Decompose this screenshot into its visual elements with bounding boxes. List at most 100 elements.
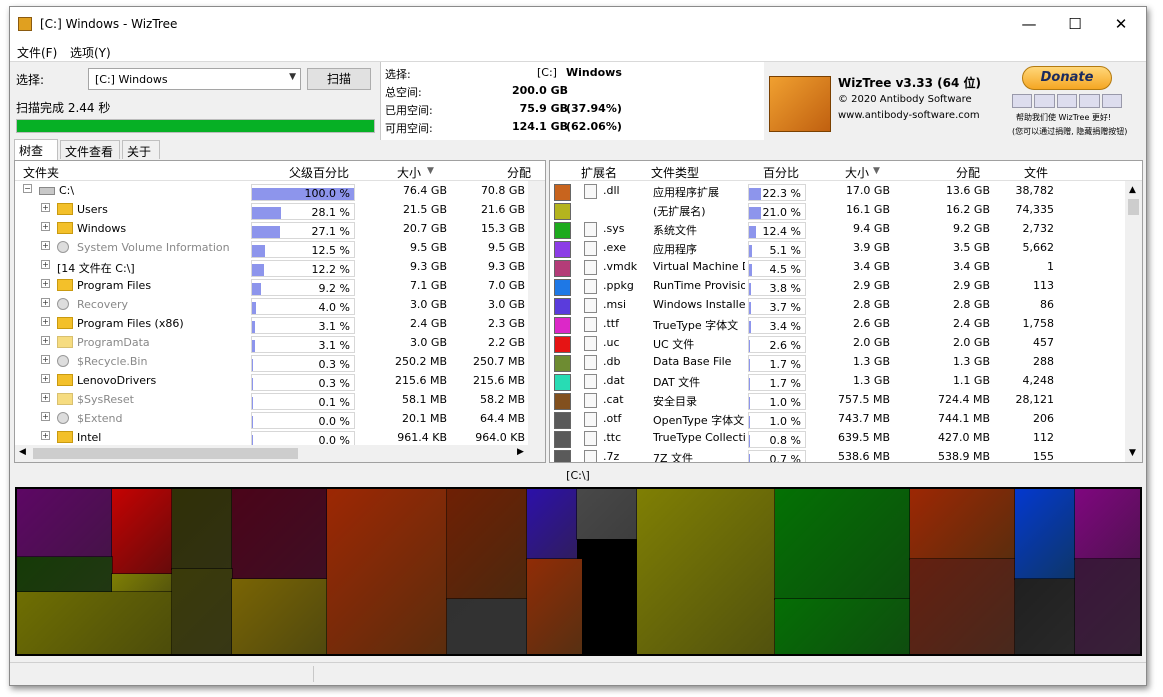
expand-icon[interactable]: +	[41, 393, 50, 402]
treemap-block[interactable]	[909, 558, 1016, 654]
expand-icon[interactable]: +	[41, 431, 50, 440]
file-type: 应用程序扩展	[653, 186, 719, 199]
expand-icon[interactable]: +	[41, 298, 50, 307]
maximize-button[interactable]: ☐	[1052, 7, 1098, 41]
menu-options[interactable]: 选项(Y)	[70, 44, 111, 61]
extension-row[interactable]: .sys 系统文件 12.4 % 9.4 GB 9.2 GB 2,732	[550, 219, 1142, 239]
extension-row[interactable]: .vmdk Virtual Machine Dis 4.5 % 3.4 GB 3.4 G…	[550, 257, 1142, 277]
treemap-block[interactable]	[526, 489, 578, 560]
tree-row[interactable]: + System Volume Information 12.5 % 9.5 GB 9.…	[15, 238, 545, 258]
treemap-block[interactable]	[774, 489, 911, 600]
collapse-icon[interactable]: −	[23, 184, 32, 193]
extension-row[interactable]: .ppkg RunTime Provisioni 3.8 % 2.9 GB 2.9 GB…	[550, 276, 1142, 296]
tree-row[interactable]: + Users 28.1 % 21.5 GB 21.6 GB	[15, 200, 545, 220]
treemap-block[interactable]	[17, 489, 113, 558]
extension-row[interactable]: .uc UC 文件 2.6 % 2.0 GB 2.0 GB 457	[550, 333, 1142, 353]
extension-row[interactable]: .msi Windows Installer 3.7 % 2.8 GB 2.8 GB 86	[550, 295, 1142, 315]
ext-vertical-scrollbar[interactable]: ▲ ▼	[1125, 181, 1142, 462]
scroll-right-icon[interactable]: ▶	[517, 447, 524, 457]
extension-row[interactable]: .ttf TrueType 字体文 3.4 % 2.6 GB 2.4 GB 1,758	[550, 314, 1142, 334]
treemap-block[interactable]	[231, 489, 328, 580]
scan-button[interactable]: 扫描	[307, 68, 371, 90]
col-ext-size[interactable]: 大小	[845, 164, 869, 181]
treemap-block[interactable]	[1014, 578, 1076, 654]
extension-row[interactable]: (无扩展名) 21.0 % 16.1 GB 16.2 GB 74,335	[550, 200, 1142, 220]
expand-icon[interactable]: +	[41, 203, 50, 212]
expand-icon[interactable]: +	[41, 317, 50, 326]
tree-row[interactable]: + LenovoDrivers 0.3 % 215.6 MB 215.6 MB	[15, 371, 545, 391]
extension-row[interactable]: .cat 安全目录 1.0 % 757.5 MB 724.4 MB 28,121	[550, 390, 1142, 410]
col-file-type[interactable]: 文件类型	[651, 164, 699, 181]
expand-icon[interactable]: +	[41, 374, 50, 383]
scroll-left-icon[interactable]: ◀	[19, 447, 26, 457]
extension-row[interactable]: .dat DAT 文件 1.7 % 1.3 GB 1.1 GB 4,248	[550, 371, 1142, 391]
tree-row[interactable]: + $Recycle.Bin 0.3 % 250.2 MB 250.7 MB	[15, 352, 545, 372]
website-link[interactable]: www.antibody-software.com	[838, 110, 980, 121]
treemap-block[interactable]	[111, 489, 173, 575]
treemap-block[interactable]	[17, 556, 113, 593]
col-size[interactable]: 大小	[397, 164, 421, 181]
col-alloc[interactable]: 分配	[507, 164, 531, 181]
scroll-thumb[interactable]	[1128, 199, 1139, 215]
tab-tree-view[interactable]: 树查看	[14, 139, 58, 175]
treemap-block[interactable]	[774, 598, 911, 654]
expand-icon[interactable]: +	[41, 279, 50, 288]
expand-icon[interactable]: +	[41, 260, 50, 269]
alloc-value: 427.0 MB	[937, 431, 990, 444]
extension-row[interactable]: .exe 应用程序 5.1 % 3.9 GB 3.5 GB 5,662	[550, 238, 1142, 258]
tree-row[interactable]: − C:\ 100.0 % 76.4 GB 70.8 GB	[15, 181, 545, 201]
treemap-block[interactable]	[171, 489, 233, 570]
donate-button[interactable]: Donate	[1022, 66, 1112, 90]
treemap-block[interactable]	[909, 489, 1016, 560]
treemap[interactable]	[15, 487, 1142, 656]
col-ext-alloc[interactable]: 分配	[956, 164, 980, 181]
tree-row[interactable]: + $Extend 0.0 % 20.1 MB 64.4 MB	[15, 409, 545, 429]
expand-icon[interactable]: +	[41, 355, 50, 364]
treemap-block[interactable]	[636, 489, 776, 654]
treemap-block[interactable]	[446, 489, 528, 600]
minimize-button[interactable]: —	[1006, 7, 1052, 41]
expand-icon[interactable]: +	[41, 241, 50, 250]
treemap-block[interactable]	[326, 489, 448, 654]
tree-row[interactable]: + Recovery 4.0 % 3.0 GB 3.0 GB	[15, 295, 545, 315]
col-parent-pct[interactable]: 父级百分比	[289, 164, 349, 181]
scroll-down-icon[interactable]: ▼	[1129, 448, 1136, 458]
tree-row[interactable]: + Windows 27.1 % 20.7 GB 15.3 GB	[15, 219, 545, 239]
col-folder[interactable]: 文件夹	[23, 164, 59, 181]
treemap-block[interactable]	[446, 598, 528, 654]
col-files[interactable]: 文件	[1024, 164, 1048, 181]
expand-icon[interactable]: +	[41, 336, 50, 345]
close-button[interactable]: ✕	[1098, 7, 1144, 41]
tree-row[interactable]: + $SysReset 0.1 % 58.1 MB 58.2 MB	[15, 390, 545, 410]
col-percent[interactable]: 百分比	[763, 164, 799, 181]
alloc-value: 250.7 MB	[472, 355, 525, 368]
treemap-block[interactable]	[1074, 558, 1140, 654]
treemap-block[interactable]	[17, 591, 173, 654]
treemap-block[interactable]	[231, 578, 328, 654]
treemap-block[interactable]	[171, 568, 233, 654]
col-extension[interactable]: 扩展名	[581, 164, 617, 181]
tree-horizontal-scrollbar[interactable]: ◀ ▶	[15, 445, 545, 462]
expand-icon[interactable]: +	[41, 222, 50, 231]
scroll-up-icon[interactable]: ▲	[1129, 185, 1136, 195]
tab-about[interactable]: 关于	[122, 140, 160, 159]
treemap-block[interactable]	[1074, 489, 1140, 560]
extension-row[interactable]: .ttc TrueType Collectio 0.8 % 639.5 MB 427.0…	[550, 428, 1142, 448]
drive-select[interactable]: [C:] Windows ▼	[88, 68, 301, 90]
scroll-thumb[interactable]	[33, 448, 298, 459]
tree-row[interactable]: + ProgramData 3.1 % 3.0 GB 2.2 GB	[15, 333, 545, 353]
expand-icon[interactable]: +	[41, 412, 50, 421]
treemap-block[interactable]	[526, 558, 583, 654]
extension-row[interactable]: .7z 7Z 文件 0.7 % 538.6 MB 538.9 MB 155	[550, 447, 1142, 462]
extension-row[interactable]: .otf OpenType 字体文 1.0 % 743.7 MB 744.1 MB 206	[550, 409, 1142, 429]
menu-file[interactable]: 文件(F)	[17, 44, 57, 61]
tree-row[interactable]: + [14 文件在 C:\] 12.2 % 9.3 GB 9.3 GB	[15, 257, 545, 277]
tree-row[interactable]: + Program Files (x86) 3.1 % 2.4 GB 2.3 GB	[15, 314, 545, 334]
extension-row[interactable]: .db Data Base File 1.7 % 1.3 GB 1.3 GB 288	[550, 352, 1142, 372]
treemap-block[interactable]	[1014, 489, 1076, 580]
treemap-block[interactable]	[576, 489, 638, 540]
tree-vertical-scrollbar[interactable]	[528, 181, 545, 445]
tree-row[interactable]: + Program Files 9.2 % 7.1 GB 7.0 GB	[15, 276, 545, 296]
extension-row[interactable]: .dll 应用程序扩展 22.3 % 17.0 GB 13.6 GB 38,782	[550, 181, 1142, 201]
tab-file-view[interactable]: 文件查看	[60, 140, 120, 159]
